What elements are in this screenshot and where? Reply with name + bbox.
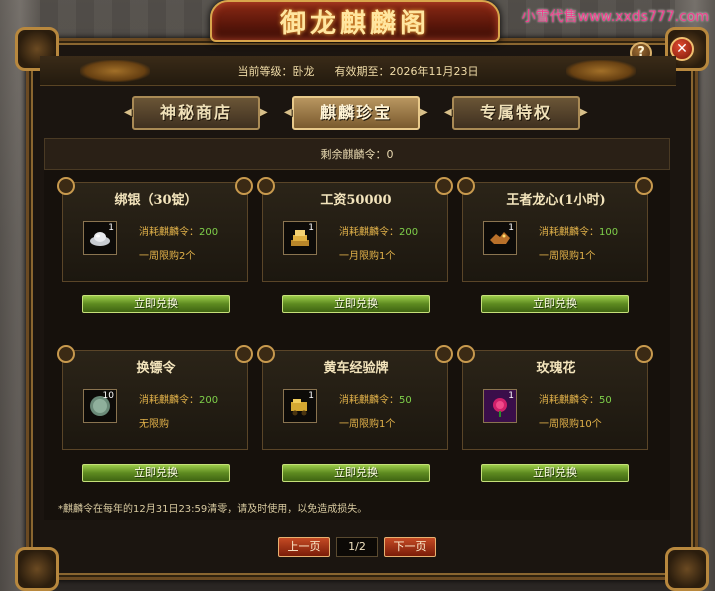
item-name: 王者龙心(1小时): [506, 193, 606, 208]
item-quantity: 1: [108, 223, 114, 233]
title-plaque: 御龙麒麟阁: [210, 0, 500, 42]
prev-page-button[interactable]: 上一页: [278, 537, 330, 557]
cart-plaque-icon[interactable]: 1: [283, 389, 317, 423]
tab-qilin-treasure[interactable]: ◀ 麒麟珍宝 ▶: [284, 96, 428, 130]
redeem-button[interactable]: 立即兑换: [82, 464, 230, 482]
item-cost: 消耗麒麟令：50: [339, 395, 412, 406]
item-cost: 消耗麒麟令：200: [339, 227, 419, 238]
tab-label: 专属特权: [479, 103, 552, 122]
item-limit: 一周限购10个: [539, 419, 602, 430]
rose-icon[interactable]: 1: [483, 389, 517, 423]
dragon-heart-icon[interactable]: 1: [483, 221, 517, 255]
arrow-left-icon: ◀: [124, 107, 134, 118]
close-icon: ✕: [676, 41, 688, 57]
item-card: 换镖令 10 消耗麒麟令：200 无限购: [57, 345, 253, 450]
silver-ingot-icon[interactable]: 1: [83, 221, 117, 255]
item-quantity: 10: [102, 391, 114, 401]
item-name: 黄车经验牌: [323, 361, 389, 376]
item-cost: 消耗麒麟令：200: [139, 395, 219, 406]
item-card: 绑银（30锭） 1 消耗麒麟令：200 一周限购2个: [57, 177, 253, 282]
item-card: 玫瑰花 1 消耗麒麟令：50 一周限购10个: [457, 345, 653, 450]
item-cost: 消耗麒麟令：50: [539, 395, 612, 406]
reset-notice: *麒麟令在每年的12月31日23:59清零，请及时使用，以免造成损失。: [58, 504, 368, 515]
item-name: 绑银（30锭）: [114, 193, 198, 208]
gold-stack-icon[interactable]: 1: [283, 221, 317, 255]
current-level: 当前等级：卧龙: [237, 64, 315, 78]
item-card: 工资50000 1 消耗麒麟令：200 一月限购1个: [257, 177, 453, 282]
item-cost: 消耗麒麟令：200: [139, 227, 219, 238]
item-name: 换镖令: [136, 361, 176, 376]
redeem-button[interactable]: 立即兑换: [481, 295, 629, 313]
tab-label: 神秘商店: [159, 103, 232, 122]
item-name: 玫瑰花: [536, 361, 576, 376]
item-name: 工资50000: [320, 193, 392, 208]
item-limit: 无限购: [139, 419, 169, 430]
arrow-right-icon: ▶: [420, 107, 430, 118]
corner-ornament: [15, 547, 59, 591]
corner-ornament: [665, 547, 709, 591]
pagination: 上一页 1/2 下一页: [278, 536, 436, 558]
redeem-button[interactable]: 立即兑换: [82, 295, 230, 313]
cloud-ornament-icon: [80, 60, 150, 82]
tab-label: 麒麟珍宝: [319, 103, 392, 122]
arrow-left-icon: ◀: [444, 107, 454, 118]
item-quantity: 1: [308, 391, 314, 401]
arrow-right-icon: ▶: [260, 107, 270, 118]
dialog-title: 御龙麒麟阁: [279, 8, 430, 39]
item-limit: 一周限购2个: [139, 251, 196, 262]
next-page-button[interactable]: 下一页: [384, 537, 436, 557]
item-limit: 一周限购1个: [539, 251, 596, 262]
item-limit: 一月限购1个: [339, 251, 396, 262]
item-quantity: 1: [508, 223, 514, 233]
item-card: 黄车经验牌 1 消耗麒麟令：50 一周限购1个: [257, 345, 453, 450]
item-cost: 消耗麒麟令：100: [539, 227, 619, 238]
item-quantity: 1: [508, 391, 514, 401]
token-icon[interactable]: 10: [83, 389, 117, 423]
expiry-date: 有效期至：2026年11月23日: [334, 64, 479, 78]
tab-bar: ◀ 神秘商店 ▶ ◀ 麒麟珍宝 ▶ ◀ 专属特权 ▶: [40, 90, 676, 134]
arrow-left-icon: ◀: [284, 107, 294, 118]
item-card: 王者龙心(1小时) 1 消耗麒麟令：100 一周限购1个: [457, 177, 653, 282]
remaining-tokens: 剩余麒麟令：0: [44, 138, 670, 170]
redeem-button[interactable]: 立即兑换: [282, 464, 430, 482]
watermark-text: 小雪代售www.xxds777.com: [521, 9, 709, 25]
status-bar: 当前等级：卧龙 有效期至：2026年11月23日: [40, 56, 676, 86]
arrow-right-icon: ▶: [580, 107, 590, 118]
cloud-ornament-icon: [566, 60, 636, 82]
tab-mystery-shop[interactable]: ◀ 神秘商店 ▶: [124, 96, 268, 130]
redeem-button[interactable]: 立即兑换: [481, 464, 629, 482]
redeem-button[interactable]: 立即兑换: [282, 295, 430, 313]
item-limit: 一周限购1个: [339, 419, 396, 430]
tab-exclusive-privilege[interactable]: ◀ 专属特权 ▶: [444, 96, 588, 130]
items-panel: 绑银（30锭） 1 消耗麒麟令：200 一周限购2个 工资50000 1 消耗麒…: [44, 170, 670, 520]
item-quantity: 1: [308, 223, 314, 233]
page-indicator: 1/2: [336, 537, 378, 557]
